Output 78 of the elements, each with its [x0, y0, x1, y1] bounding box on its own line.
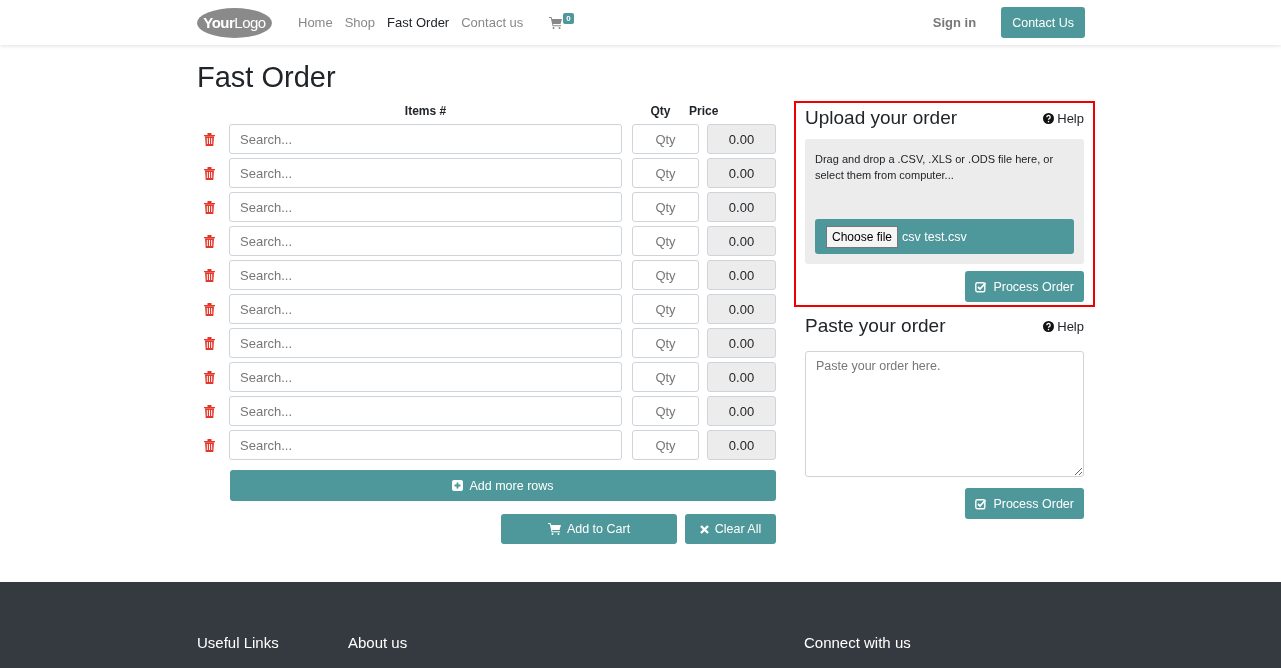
qty-field[interactable]: Qty: [632, 362, 699, 392]
paste-order-field[interactable]: Paste your order here.: [805, 351, 1084, 477]
help-link[interactable]: Help: [1043, 110, 1084, 126]
add-to-cart-button[interactable]: Add to Cart: [501, 514, 677, 544]
price-field: 0.00: [707, 396, 776, 426]
trash-icon[interactable]: [204, 234, 215, 248]
column-header: Qty: [650, 104, 671, 120]
qty-field[interactable]: Qty: [632, 192, 699, 222]
help-icon: [1043, 320, 1055, 332]
footer-heading: Connect with us: [804, 634, 911, 653]
qty-field[interactable]: Qty: [632, 294, 699, 324]
price-field: 0.00: [707, 328, 776, 358]
logo[interactable]: YourLogo: [197, 7, 272, 38]
help-link[interactable]: Help: [1043, 318, 1084, 334]
price-field: 0.00: [707, 430, 776, 460]
price-field: 0.00: [707, 294, 776, 324]
footer-heading: Useful Links: [197, 634, 280, 653]
item-search-field[interactable]: Search...: [229, 124, 622, 154]
trash-icon[interactable]: [204, 302, 215, 316]
item-search-field[interactable]: Search...: [229, 396, 622, 426]
item-search-field[interactable]: Search...: [229, 294, 622, 324]
qty-field[interactable]: Qty: [632, 124, 699, 154]
nav-link[interactable]: Home: [298, 15, 333, 30]
trash-icon[interactable]: [204, 438, 215, 452]
add-more-rows-button[interactable]: Add more rows: [230, 470, 776, 501]
trash-icon[interactable]: [204, 268, 215, 282]
column-header: Price: [689, 104, 720, 120]
choose-file-button[interactable]: Choose file: [826, 225, 899, 248]
trash-icon[interactable]: [204, 166, 215, 180]
checkbox-icon: [975, 280, 988, 293]
process-order-button[interactable]: Process Order: [965, 271, 1084, 302]
cart-icon: [549, 16, 563, 29]
nav-link[interactable]: Contact us: [461, 15, 524, 30]
clear-all-button[interactable]: Clear All: [685, 514, 776, 544]
drop-zone[interactable]: Drag and drop a .CSV, .XLS or .ODS file here, or select them from computer... Choose file csv test.csv: [805, 139, 1084, 264]
drop-instructions: Drag and drop a .CSV, .XLS or .ODS file here, or select them from computer...: [815, 152, 1055, 183]
trash-icon[interactable]: [204, 132, 215, 146]
qty-field[interactable]: Qty: [632, 328, 699, 358]
cart-icon: [547, 523, 561, 535]
qty-field[interactable]: Qty: [632, 396, 699, 426]
item-search-field[interactable]: Search...: [229, 328, 622, 358]
file-input[interactable]: Choose file csv test.csv: [815, 219, 1074, 254]
price-field: 0.00: [707, 124, 776, 154]
item-search-field[interactable]: Search...: [229, 192, 622, 222]
contact-us-button[interactable]: Contact Us: [1001, 7, 1085, 38]
price-field: 0.00: [707, 362, 776, 392]
help-icon: [1043, 112, 1055, 124]
qty-field[interactable]: Qty: [632, 430, 699, 460]
price-field: 0.00: [707, 226, 776, 256]
file-name: csv test.csv: [902, 229, 967, 244]
trash-icon[interactable]: [204, 404, 215, 418]
item-search-field[interactable]: Search...: [229, 260, 622, 290]
qty-field[interactable]: Qty: [632, 260, 699, 290]
item-search-field[interactable]: Search...: [229, 158, 622, 188]
item-search-field[interactable]: Search...: [229, 430, 622, 460]
trash-icon[interactable]: [204, 370, 215, 384]
qty-field[interactable]: Qty: [632, 226, 699, 256]
price-field: 0.00: [707, 158, 776, 188]
page-title: Fast Order: [197, 61, 337, 94]
plus-square-icon: [452, 480, 464, 491]
qty-field[interactable]: Qty: [632, 158, 699, 188]
item-search-field[interactable]: Search...: [229, 362, 622, 392]
nav-link[interactable]: Fast Order: [387, 15, 450, 30]
price-field: 0.00: [707, 192, 776, 222]
checkbox-icon: [975, 497, 988, 510]
section-title: Paste your order: [805, 315, 946, 337]
price-field: 0.00: [707, 260, 776, 290]
close-icon: [699, 524, 709, 534]
process-order-button[interactable]: Process Order: [965, 488, 1084, 519]
nav-link[interactable]: Shop: [344, 15, 376, 30]
trash-icon[interactable]: [204, 336, 215, 350]
sign-in-link[interactable]: Sign in: [932, 15, 977, 30]
trash-icon[interactable]: [204, 200, 215, 214]
column-header: Items #: [404, 104, 447, 120]
item-search-field[interactable]: Search...: [229, 226, 622, 256]
footer-heading: About us: [348, 634, 409, 653]
cart-count-badge: 0: [563, 12, 574, 24]
section-title: Upload your order: [805, 107, 958, 129]
